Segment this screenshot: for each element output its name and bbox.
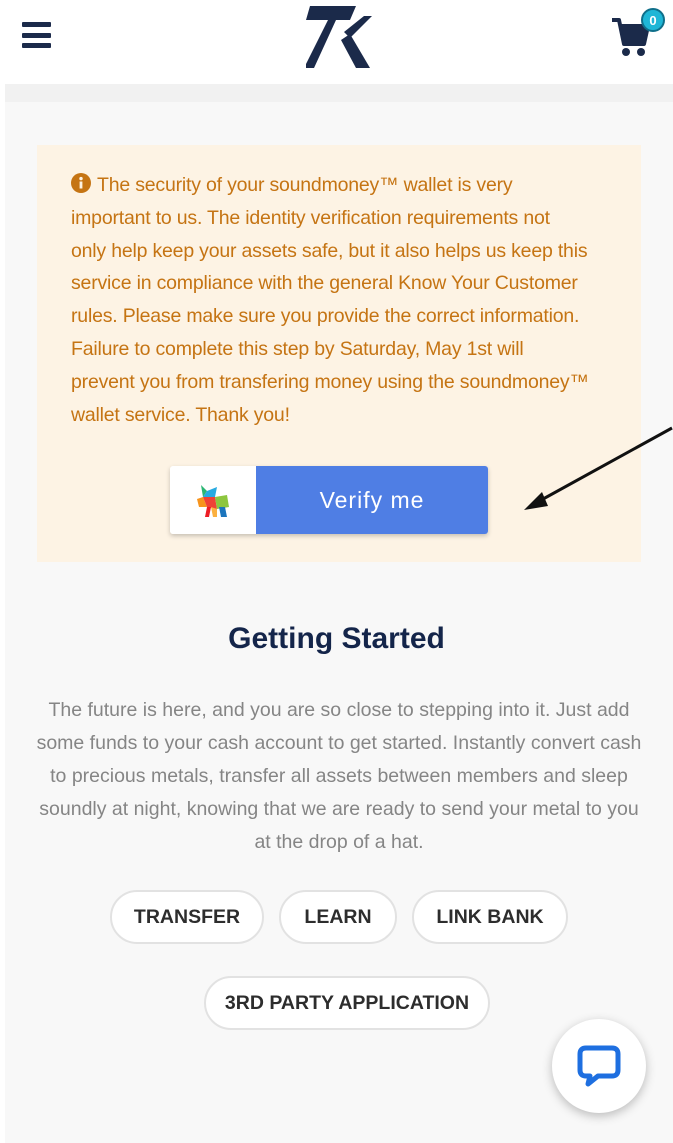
verify-me-widget[interactable]: Verify me (170, 466, 488, 534)
cart-button[interactable]: 0 (610, 8, 668, 56)
learn-button[interactable]: LEARN (279, 890, 397, 944)
wolf-logo-icon (170, 466, 256, 534)
description-line: some funds to your cash account to get s… (36, 732, 642, 754)
notice-line: important to us. The identity verificati… (71, 206, 550, 229)
getting-started-title: Getting Started (228, 622, 445, 655)
annotation-arrow-icon (524, 426, 673, 510)
notice-line: only help keep your assets safe, but it … (71, 239, 588, 262)
wolf-logo-graphic (197, 485, 229, 517)
chat-button[interactable] (552, 1019, 646, 1113)
chat-bubble-icon (577, 1045, 621, 1087)
notice-line: rules. Please make sure you provide the … (71, 305, 580, 328)
7k-logo[interactable] (306, 4, 374, 70)
hamburger-menu-icon[interactable] (22, 22, 51, 48)
description-line: at the drop of a hat. (254, 831, 424, 853)
link-bank-button[interactable]: LINK BANK (412, 890, 568, 944)
notice-line: service in compliance with the general K… (71, 272, 578, 295)
cart-count-badge: 0 (641, 8, 665, 32)
third-party-application-button[interactable]: 3RD PARTY APPLICATION (204, 976, 490, 1030)
transfer-button[interactable]: TRANSFER (110, 890, 264, 944)
description-line: The future is here, and you are so close… (48, 699, 630, 721)
top-navigation-bar: 0 (0, 0, 673, 84)
kyc-notice-text: The security of your soundmoney™ wallet … (71, 169, 601, 431)
getting-started-description: The future is here, and you are so close… (30, 694, 648, 859)
verify-me-button[interactable]: Verify me (256, 466, 488, 534)
description-line: soundly at night, knowing that we are re… (39, 798, 639, 820)
header-divider-strip (5, 84, 673, 102)
notice-line: The security of your soundmoney™ wallet … (71, 169, 601, 202)
notice-line: prevent you from transfering money using… (71, 370, 589, 393)
notice-line: Failure to complete this step by Saturda… (71, 337, 524, 360)
info-icon (71, 173, 91, 193)
description-line: to precious metals, transfer all assets … (50, 765, 628, 787)
